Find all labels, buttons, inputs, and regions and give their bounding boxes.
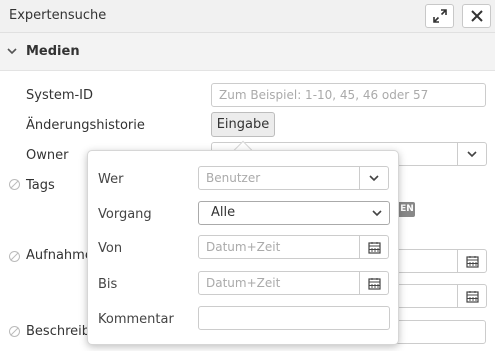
wer-placeholder: Benutzer xyxy=(206,171,261,185)
chevron-down-icon xyxy=(372,210,382,217)
tags-language-badge: EN xyxy=(399,202,415,217)
section-header-medien[interactable]: Medien xyxy=(0,33,495,71)
close-icon xyxy=(470,10,483,22)
von-placeholder: Datum+Zeit xyxy=(206,240,281,254)
vorgang-label: Vorgang xyxy=(98,207,152,222)
chevron-down-icon xyxy=(467,151,477,158)
owner-label: Owner xyxy=(26,148,69,163)
calendar-icon xyxy=(367,241,381,254)
aufnahme-from-calendar-button[interactable] xyxy=(457,249,487,273)
bis-label: Bis xyxy=(98,277,118,292)
disabled-icon xyxy=(9,251,20,262)
owner-dropdown-toggle[interactable] xyxy=(457,142,487,166)
close-button[interactable] xyxy=(462,4,491,28)
system-id-label: System-ID xyxy=(26,88,94,103)
kommentar-input[interactable] xyxy=(198,306,390,330)
disabled-icon xyxy=(9,326,20,337)
bis-placeholder: Datum+Zeit xyxy=(206,276,281,290)
von-input[interactable]: Datum+Zeit xyxy=(198,235,360,259)
von-label: Von xyxy=(98,241,123,256)
tags-label: Tags xyxy=(26,178,55,193)
dialog-title: Expertensuche xyxy=(9,8,107,23)
vorgang-value: Alle xyxy=(211,205,236,220)
wer-label: Wer xyxy=(98,172,124,187)
calendar-icon xyxy=(465,255,479,268)
chevron-down-icon xyxy=(369,175,379,182)
disabled-icon xyxy=(9,179,20,190)
section-title: Medien xyxy=(26,44,80,59)
aufnahme-to-calendar-button[interactable] xyxy=(457,284,487,308)
history-label: Änderungshistorie xyxy=(26,118,145,133)
dialog-titlebar: Expertensuche xyxy=(0,0,495,33)
history-input-button[interactable]: Eingabe xyxy=(211,112,275,137)
bis-calendar-button[interactable] xyxy=(359,271,389,295)
kommentar-label: Kommentar xyxy=(98,312,174,327)
von-calendar-button[interactable] xyxy=(359,235,389,259)
history-popover: Wer Benutzer Vorgang Alle Von Datum+Zeit… xyxy=(87,150,399,345)
wer-input[interactable]: Benutzer xyxy=(198,166,360,190)
expand-button[interactable] xyxy=(425,4,454,28)
calendar-icon xyxy=(367,277,381,290)
wer-dropdown-toggle[interactable] xyxy=(359,166,389,190)
system-id-placeholder: Zum Beispiel: 1-10, 45, 46 oder 57 xyxy=(219,88,429,102)
chevron-down-icon xyxy=(7,48,17,55)
bis-input[interactable]: Datum+Zeit xyxy=(198,271,360,295)
expand-icon xyxy=(432,9,447,23)
calendar-icon xyxy=(465,290,479,303)
system-id-input[interactable]: Zum Beispiel: 1-10, 45, 46 oder 57 xyxy=(211,83,486,107)
vorgang-select[interactable]: Alle xyxy=(198,201,390,225)
